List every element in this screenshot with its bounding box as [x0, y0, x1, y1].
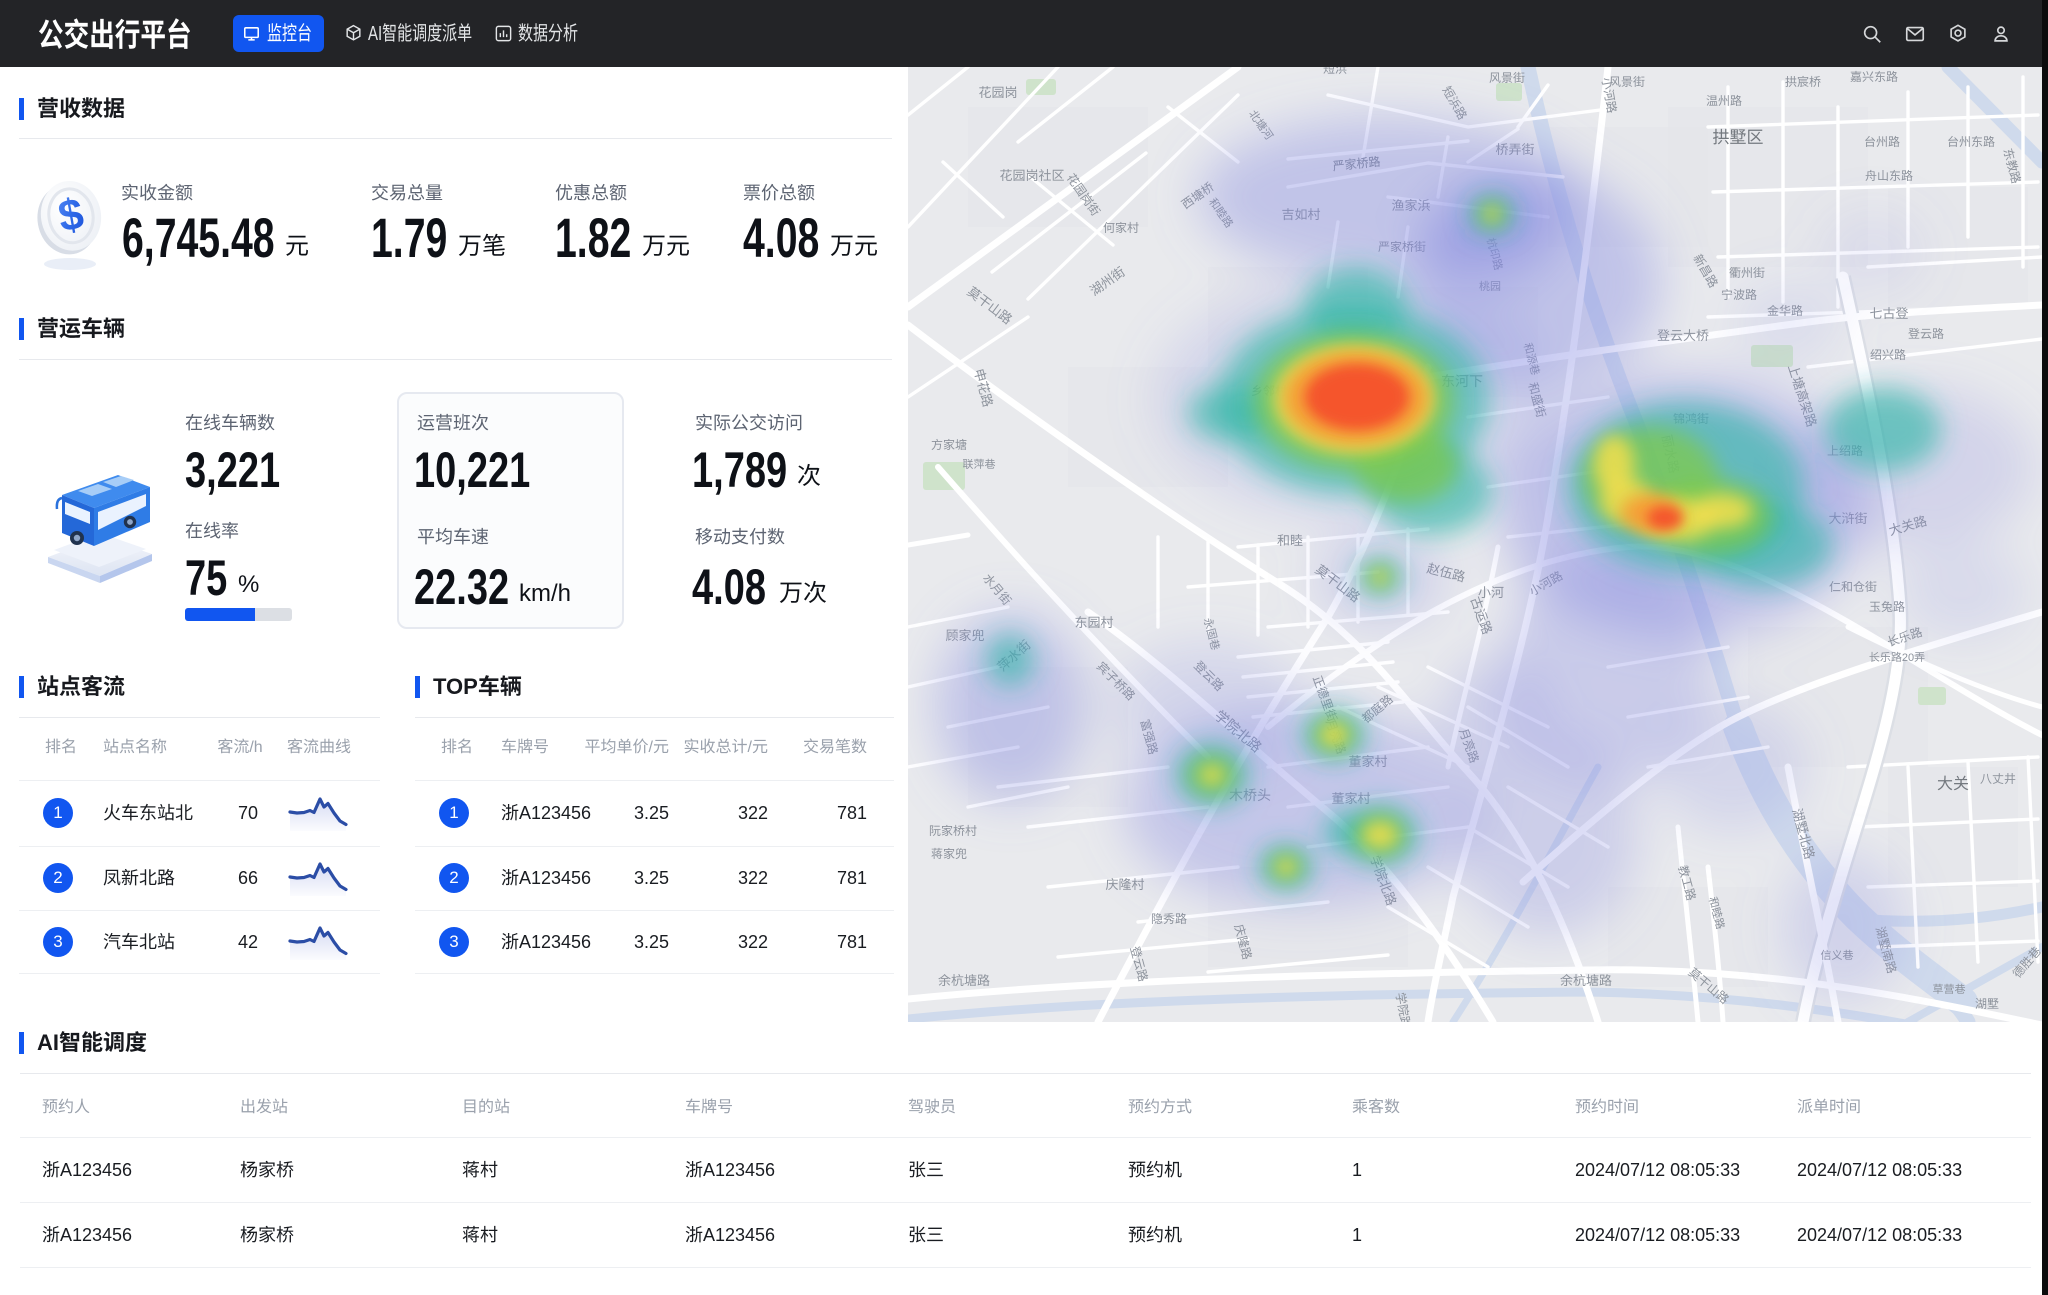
svg-text:何家村: 何家村 [1103, 221, 1139, 235]
svg-text:短浜: 短浜 [1323, 67, 1347, 76]
svg-text:东园村: 东园村 [1074, 615, 1113, 630]
svg-text:余杭塘路: 余杭塘路 [938, 973, 990, 988]
svg-text:隐秀路: 隐秀路 [1151, 912, 1187, 926]
svg-text:蒋家兜: 蒋家兜 [931, 847, 967, 861]
svg-text:湖墅: 湖墅 [1975, 997, 1999, 1011]
svg-text:八丈井: 八丈井 [1980, 772, 2016, 786]
svg-text:仁和仓街: 仁和仓街 [1829, 580, 1877, 594]
svg-text:登云路: 登云路 [1908, 327, 1944, 341]
svg-text:草营巷: 草营巷 [1933, 983, 1966, 996]
svg-text:七古登: 七古登 [1869, 306, 1908, 321]
svg-text:花园岗: 花园岗 [978, 85, 1017, 100]
svg-text:和睦: 和睦 [1277, 533, 1303, 548]
svg-text:嘉兴东路: 嘉兴东路 [1850, 70, 1898, 84]
svg-text:阮家桥村: 阮家桥村 [929, 824, 977, 838]
svg-text:方家塘: 方家塘 [931, 438, 967, 452]
svg-text:衢州街: 衢州街 [1729, 266, 1765, 280]
svg-text:台州路: 台州路 [1864, 135, 1900, 149]
svg-text:绍兴路: 绍兴路 [1870, 348, 1906, 362]
svg-text:舟山东路: 舟山东路 [1865, 169, 1913, 183]
svg-text:登云大桥: 登云大桥 [1657, 328, 1709, 343]
svg-text:庆隆村: 庆隆村 [1105, 877, 1144, 892]
svg-text:台州东路: 台州东路 [1947, 135, 1995, 149]
svg-text:拱墅区: 拱墅区 [1713, 128, 1764, 147]
svg-text:联萍巷: 联萍巷 [963, 458, 996, 471]
svg-text:余杭塘路: 余杭塘路 [1560, 973, 1612, 988]
svg-text:拱宸桥: 拱宸桥 [1785, 75, 1821, 89]
svg-text:大关: 大关 [1937, 775, 1969, 793]
svg-text:长乐路20弄: 长乐路20弄 [1869, 651, 1925, 664]
svg-text:花园岗社区: 花园岗社区 [999, 168, 1064, 183]
svg-text:温州路: 温州路 [1706, 94, 1742, 108]
svg-text:风景街: 风景街 [1489, 71, 1525, 85]
